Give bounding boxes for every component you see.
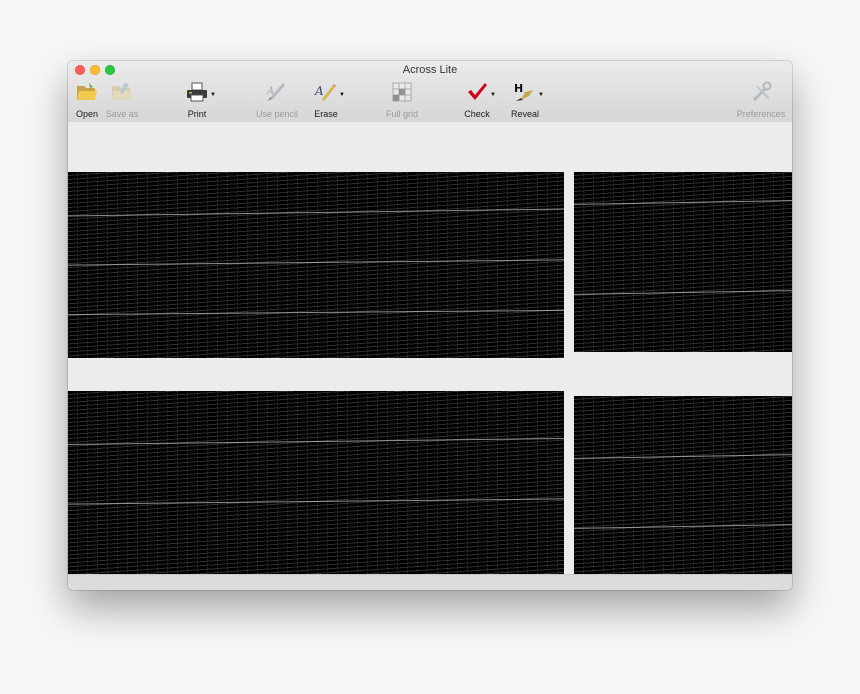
use-pencil-button[interactable]: A Use pencil xyxy=(249,80,305,120)
wrench-screwdriver-icon xyxy=(749,80,773,104)
checkmark-icon: ▼ xyxy=(465,80,496,104)
clues-panel-bottom[interactable] xyxy=(574,396,792,574)
reveal-dropdown-icon: ▼ xyxy=(538,92,544,98)
preferences-label: Preferences xyxy=(736,109,786,119)
app-window: Across Lite Open Save as ▼ Print A Use p… xyxy=(68,61,792,590)
grid-icon xyxy=(390,80,414,104)
svg-text:A: A xyxy=(266,86,274,97)
full-grid-label: Full grid xyxy=(385,109,418,119)
save-as-button[interactable]: Save as xyxy=(94,80,150,120)
title-bar: Across Lite Open Save as ▼ Print A Use p… xyxy=(68,61,792,123)
status-bar xyxy=(68,574,792,590)
grid-texture-line xyxy=(574,290,792,295)
grid-texture-line xyxy=(68,208,564,217)
save-as-icon xyxy=(110,80,134,104)
reveal-icon: H ▼ xyxy=(513,80,544,104)
print-button[interactable]: ▼ Print xyxy=(169,80,225,120)
printer-icon: ▼ xyxy=(185,80,216,104)
svg-text:A: A xyxy=(314,84,324,98)
grid-texture-line xyxy=(68,309,564,316)
grid-texture-line xyxy=(574,524,792,529)
print-dropdown-icon: ▼ xyxy=(210,92,216,98)
reveal-label: Reveal xyxy=(510,109,539,119)
grid-texture-line xyxy=(574,200,792,205)
grid-texture-line xyxy=(68,437,564,446)
puzzle-grid-panel-lower[interactable] xyxy=(68,391,564,574)
preferences-button[interactable]: Preferences xyxy=(733,80,789,120)
full-grid-button[interactable]: Full grid xyxy=(374,80,430,120)
puzzle-grid-panel[interactable] xyxy=(68,172,564,358)
print-label: Print xyxy=(187,109,207,119)
erase-dropdown-icon: ▼ xyxy=(339,92,345,98)
erase-label: Erase xyxy=(314,109,338,119)
grid-texture-line xyxy=(574,454,792,459)
pencil-icon: A xyxy=(265,80,289,104)
reveal-button[interactable]: H ▼ Reveal xyxy=(497,80,553,120)
puzzle-content-area xyxy=(68,122,792,574)
use-pencil-label: Use pencil xyxy=(255,109,299,119)
grid-texture-line xyxy=(68,259,564,266)
erase-button[interactable]: A ▼ Erase xyxy=(298,80,354,120)
svg-text:H: H xyxy=(514,82,523,95)
grid-texture-line xyxy=(68,498,564,505)
clues-panel-top[interactable] xyxy=(574,172,792,352)
save-as-label: Save as xyxy=(105,109,139,119)
check-dropdown-icon: ▼ xyxy=(490,92,496,98)
eraser-icon: A ▼ xyxy=(314,80,345,104)
window-title: Across Lite xyxy=(402,64,458,76)
